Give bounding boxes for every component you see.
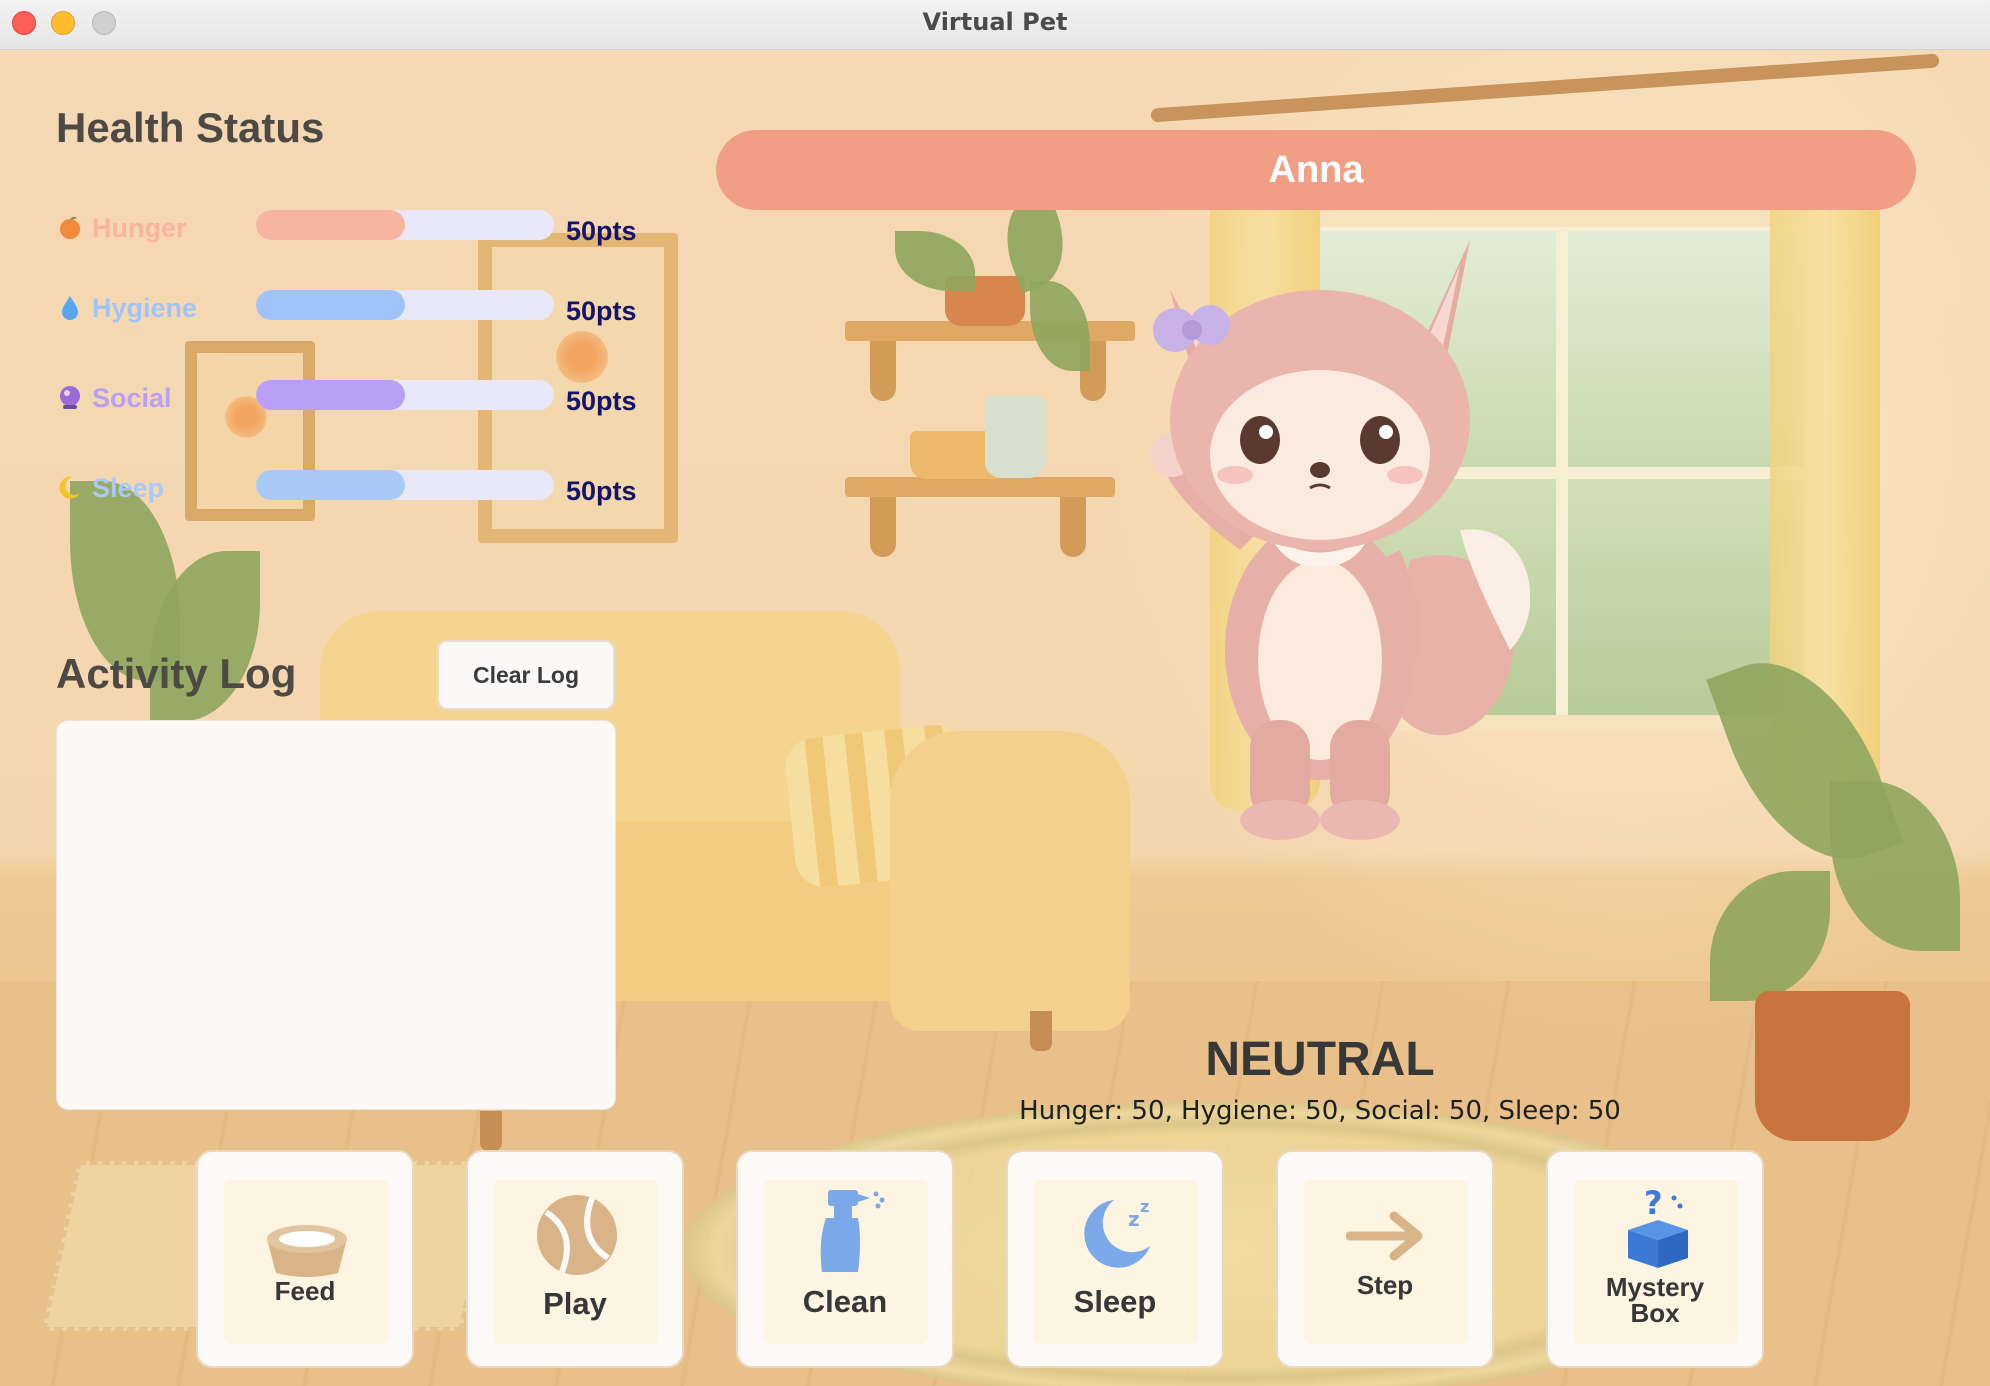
mystery-box-label: Mystery Box [1548, 1274, 1762, 1326]
sleep-label: Sleep [1073, 1284, 1157, 1319]
svg-text:z: z [1140, 1197, 1149, 1216]
title-bar: Virtual Pet [0, 0, 1990, 50]
stat-label-hygiene: Hygiene [92, 293, 198, 323]
activity-log-title: Activity Log [56, 650, 297, 697]
stat-row-hunger: Hunger 50pts [56, 210, 676, 250]
health-status-title: Health Status [56, 104, 325, 151]
feed-label: Feed [274, 1276, 336, 1306]
stat-row-hygiene: Hygiene 50pts [56, 290, 676, 330]
play-label: Play [543, 1286, 607, 1321]
peach-icon [56, 214, 84, 242]
svg-text:z: z [1128, 1207, 1140, 1231]
stat-row-social: Social 50pts [56, 380, 676, 420]
step-button[interactable]: Step [1276, 1150, 1494, 1368]
play-button[interactable]: Play [466, 1150, 684, 1368]
arrow-right-icon [1346, 1211, 1423, 1261]
pet-stats-summary: Hunger: 50, Hygiene: 50, Social: 50, Sle… [1019, 1096, 1621, 1126]
wall-shelf-bottom [845, 477, 1115, 497]
pet-name-banner: Anna [716, 130, 1916, 210]
mystery-box-icon: ? [1628, 1186, 1688, 1268]
stat-value-hygiene: 50pts [566, 296, 637, 326]
svg-text:?: ? [1644, 1186, 1663, 1222]
clean-label: Clean [802, 1284, 888, 1319]
stat-value-social: 50pts [566, 386, 637, 416]
stat-label-hunger: Hunger [92, 213, 187, 243]
stat-row-sleep: Sleep 50pts [56, 470, 676, 510]
ball-icon [537, 1195, 617, 1275]
food-bowl-icon [267, 1225, 347, 1277]
feed-button[interactable]: Feed [196, 1150, 414, 1368]
pet-fox-illustration [1150, 240, 1530, 840]
spray-bottle-icon [820, 1190, 885, 1272]
stat-value-sleep: 50pts [566, 476, 637, 506]
pet-mood-label: NEUTRAL [1205, 1033, 1435, 1086]
water-drop-icon [56, 294, 84, 322]
clean-button[interactable]: Clean [736, 1150, 954, 1368]
moon-zzz-icon: z z [1084, 1197, 1150, 1268]
hygiene-progress-bar [256, 290, 554, 320]
window-title: Virtual Pet [922, 8, 1068, 36]
crystal-ball-icon [56, 384, 84, 412]
activity-log-area[interactable] [56, 720, 616, 1110]
stat-value-hunger: 50pts [566, 216, 637, 246]
plant-pot [1755, 991, 1910, 1141]
mystery-box-label-line2: Box [1630, 1298, 1680, 1328]
mystery-box-button[interactable]: ? Mystery Box [1546, 1150, 1764, 1368]
stat-label-social: Social [92, 383, 172, 413]
hunger-progress-bar [256, 210, 554, 240]
sleep-button[interactable]: z z Sleep [1006, 1150, 1224, 1368]
social-progress-bar [256, 380, 554, 410]
crescent-moon-icon [56, 474, 84, 502]
sleep-progress-bar [256, 470, 554, 500]
stat-label-sleep: Sleep [92, 473, 165, 503]
clear-log-button[interactable]: Clear Log [437, 640, 615, 710]
step-label: Step [1356, 1270, 1414, 1300]
